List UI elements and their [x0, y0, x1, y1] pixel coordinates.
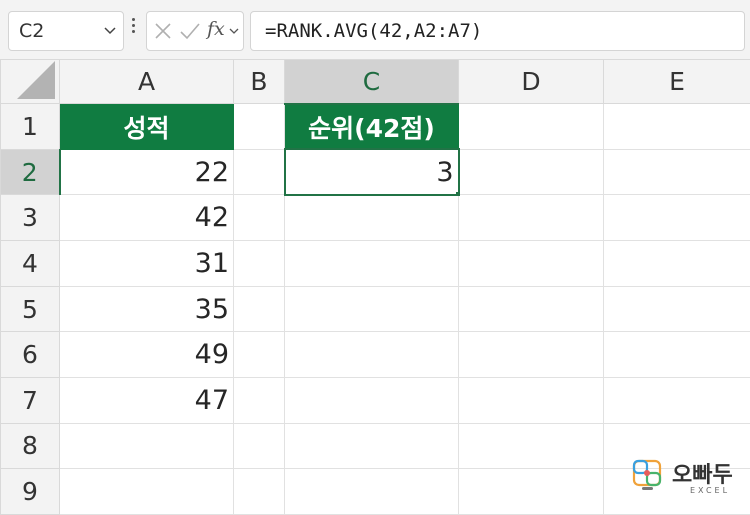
cell-d9[interactable]: [458, 468, 604, 515]
select-all-corner[interactable]: [0, 58, 60, 105]
formula-input[interactable]: =RANK.AVG(42,A2:A7): [250, 11, 745, 51]
watermark-logo: 오빠두 EXCEL: [632, 457, 742, 503]
cell-d8[interactable]: [458, 422, 604, 470]
row-header-5[interactable]: 5: [0, 285, 60, 333]
formula-controls: fx: [146, 11, 244, 51]
cell-b7[interactable]: [233, 376, 285, 424]
formula-text: =RANK.AVG(42,A2:A7): [265, 20, 483, 42]
cell-c9[interactable]: [284, 468, 459, 515]
cell-d2[interactable]: [458, 148, 604, 196]
cell-b9[interactable]: [233, 468, 285, 515]
cell-d5[interactable]: [458, 285, 604, 333]
more-options-icon[interactable]: [131, 18, 137, 42]
chevron-down-icon[interactable]: [228, 25, 240, 37]
cell-e3[interactable]: [603, 194, 750, 242]
name-box-value: C2: [19, 20, 45, 42]
cell-b6[interactable]: [233, 331, 285, 378]
cell-b5[interactable]: [233, 285, 285, 333]
cell-c3[interactable]: [284, 194, 459, 242]
cell-d3[interactable]: [458, 194, 604, 242]
cell-c8[interactable]: [284, 422, 459, 470]
cell-e1[interactable]: [603, 103, 750, 150]
column-header-a[interactable]: A: [59, 58, 234, 105]
enter-check-icon[interactable]: [179, 20, 201, 42]
column-header-d[interactable]: D: [458, 58, 604, 105]
cell-e5[interactable]: [603, 285, 750, 333]
logo-brand-text: 오빠두: [672, 463, 733, 488]
cell-a5[interactable]: 35: [59, 285, 234, 333]
row-header-6[interactable]: 6: [0, 331, 60, 378]
cell-e7[interactable]: [603, 376, 750, 424]
chevron-down-icon[interactable]: [103, 23, 117, 37]
insert-function-button[interactable]: fx: [207, 18, 225, 40]
row-header-2[interactable]: 2: [0, 148, 61, 196]
cell-c1[interactable]: 순위(42점): [284, 103, 459, 150]
cell-a3[interactable]: 42: [59, 194, 234, 242]
logo-sub-text: EXCEL: [690, 486, 731, 495]
cell-c2[interactable]: 3: [283, 148, 460, 196]
row-header-3[interactable]: 3: [0, 194, 60, 242]
cell-b3[interactable]: [233, 194, 285, 242]
cell-a6[interactable]: 49: [59, 331, 234, 378]
cell-a9[interactable]: [59, 468, 234, 515]
row-header-7[interactable]: 7: [0, 376, 60, 424]
cell-a4[interactable]: 31: [59, 240, 234, 287]
fill-handle[interactable]: [454, 190, 457, 194]
cell-b8[interactable]: [233, 422, 285, 470]
cell-d6[interactable]: [458, 331, 604, 378]
cell-a2[interactable]: 22: [59, 148, 234, 196]
cell-b4[interactable]: [233, 240, 285, 287]
column-header-c[interactable]: C: [284, 58, 459, 105]
column-header-e[interactable]: E: [603, 58, 750, 105]
row-header-8[interactable]: 8: [0, 422, 60, 470]
cell-d4[interactable]: [458, 240, 604, 287]
cell-d1[interactable]: [458, 103, 604, 150]
cell-e6[interactable]: [603, 331, 750, 378]
column-header-b[interactable]: B: [233, 58, 285, 105]
cell-e4[interactable]: [603, 240, 750, 287]
cell-a8[interactable]: [59, 422, 234, 470]
row-header-1[interactable]: 1: [0, 103, 60, 150]
row-header-4[interactable]: 4: [0, 240, 60, 287]
cell-a7[interactable]: 47: [59, 376, 234, 424]
name-box[interactable]: C2: [8, 11, 124, 51]
cell-c7[interactable]: [284, 376, 459, 424]
cell-b2[interactable]: [233, 148, 285, 196]
cell-c4[interactable]: [284, 240, 459, 287]
cancel-icon[interactable]: [153, 20, 173, 42]
cell-b1[interactable]: [233, 103, 285, 150]
cell-a1[interactable]: 성적: [59, 103, 234, 150]
worksheet-grid: A B C D E 1 성적 순위(42점) 2 22 3 3 42 4 31: [0, 58, 750, 515]
logo-mark-icon: [632, 459, 662, 490]
cell-d7[interactable]: [458, 376, 604, 424]
cell-c5[interactable]: [284, 285, 459, 333]
row-header-9[interactable]: 9: [0, 468, 60, 515]
cell-c6[interactable]: [284, 331, 459, 378]
cell-c2-value: 3: [436, 156, 454, 188]
formula-bar-area: C2 fx =RANK.AVG(42,A2:A7): [0, 0, 750, 60]
cell-e2[interactable]: [603, 148, 750, 196]
